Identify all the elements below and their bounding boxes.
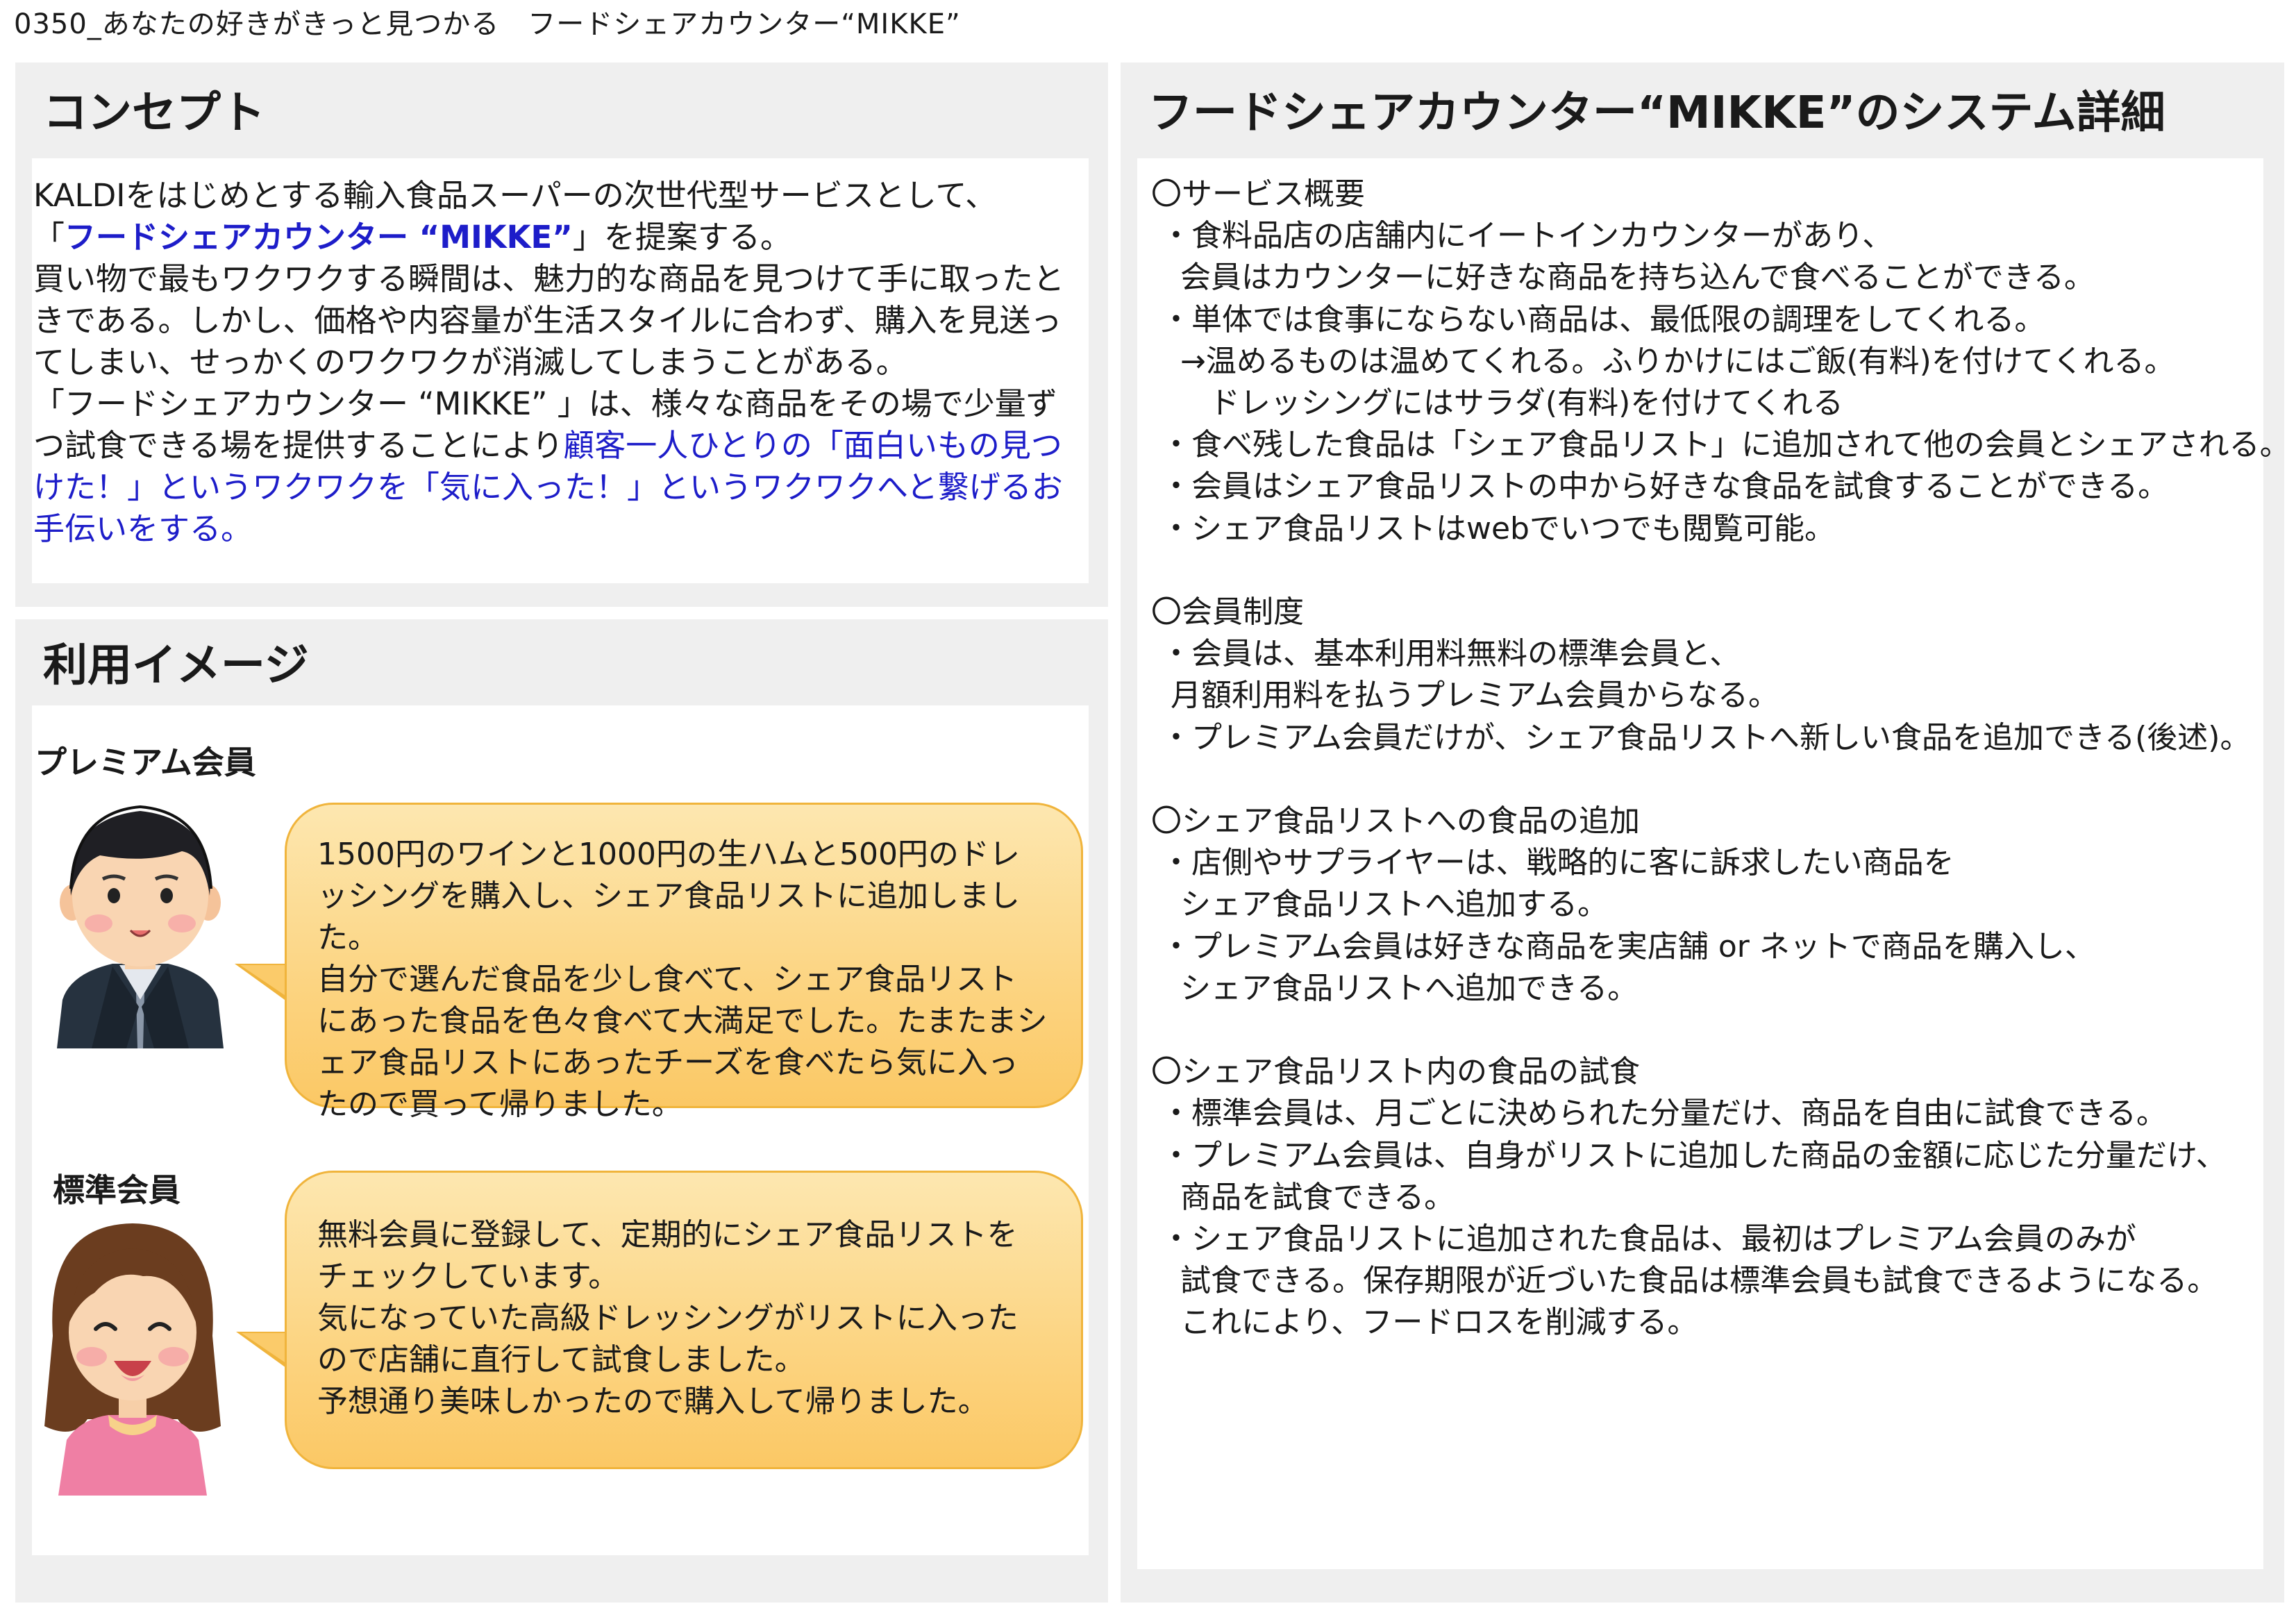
concept-line-1: KALDIをはじめとする輸入食品スーパーの次世代型サービスとして、 — [33, 177, 997, 214]
premium-member-avatar — [57, 805, 224, 1048]
standard-member-label: 標準会員 — [53, 1171, 181, 1209]
concept-paragraph-3: 「フードシェアカウンター “MIKKE” 」は、様々な商品をその場で少量ずつ試食… — [33, 385, 1063, 547]
concept-line-2: 「フードシェアカウンター “MIKKE”」を提案する。 — [33, 219, 791, 256]
service-name: フードシェアカウンター “MIKKE” — [65, 219, 573, 256]
premium-bubble-tail-fill — [240, 965, 287, 997]
premium-bubble-line-1: 1500円のワインと1000円の生ハムと500円のドレッシングを購入し、シェア食… — [317, 837, 1020, 955]
standard-bubble-line-1: 無料会員に登録して、定期的にシェア食品リストをチェックしています。 — [317, 1217, 1018, 1294]
concept-text: KALDIをはじめとする輸入食品スーパーの次世代型サービスとして、 「フードシェ… — [33, 175, 1075, 550]
premium-speech-bubble: 1500円のワインと1000円の生ハムと500円のドレッシングを購入し、シェア食… — [285, 803, 1083, 1122]
concept-heading: コンセプト — [43, 87, 265, 139]
premium-member-label: プレミアム会員 — [35, 744, 256, 781]
standard-bubble-line-3: 予想通り美味しかったので購入して帰りました。 — [317, 1384, 989, 1419]
document-title: 0350_あなたの好きがきっと見つかる フードシェアカウンター“MIKKE” — [14, 8, 961, 40]
system-details-text: 〇サービス概要 ・食料品店の店舗内にイートインカウンターがあり、 会員はカウンタ… — [1151, 176, 2290, 1341]
standard-member-avatar — [44, 1223, 221, 1496]
system-heading: フードシェアカウンター“MIKKE”のシステム詳細 — [1148, 87, 2165, 139]
premium-bubble-line-2: 自分で選んだ食品を少し食べて、シェア食品リストにあった食品を色々食べて大満足でし… — [317, 962, 1048, 1122]
standard-bubble-line-2: 気になっていた高級ドレッシングがリストに入ったので店舗に直行して試食しました。 — [317, 1300, 1019, 1378]
standard-speech-bubble: 無料会員に登録して、定期的にシェア食品リストをチェックしています。 気になってい… — [285, 1171, 1083, 1469]
concept-paragraph-2: 買い物で最もワクワクする瞬間は、魅力的な商品を見つけて手に取ったときである。しか… — [33, 260, 1065, 380]
standard-bubble-tail-fill — [242, 1333, 289, 1365]
usage-heading: 利用イメージ — [43, 640, 309, 692]
